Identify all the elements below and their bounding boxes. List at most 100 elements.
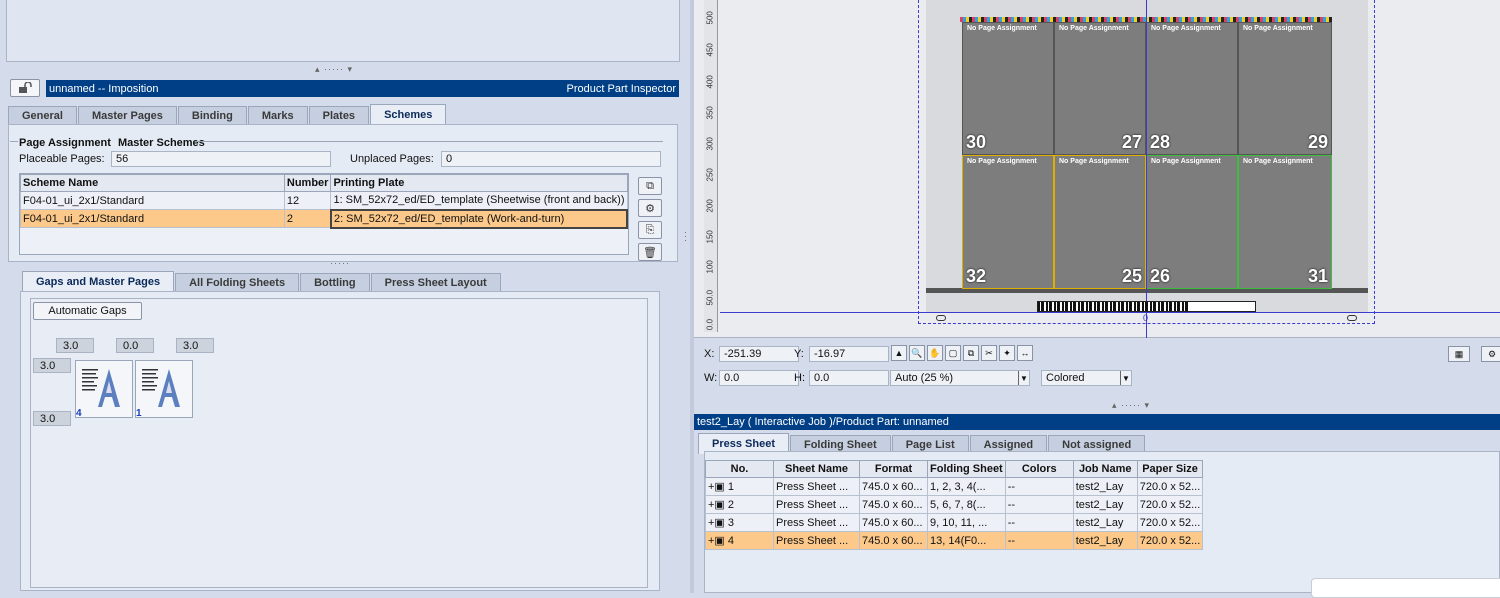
col-scheme-name[interactable]: Scheme Name bbox=[20, 174, 285, 192]
col-job-name[interactable]: Job Name bbox=[1072, 460, 1138, 478]
tab-schemes[interactable]: Schemes bbox=[370, 104, 447, 125]
page-cell[interactable]: No Page Assignment 31 bbox=[1238, 155, 1332, 289]
vertical-guide[interactable] bbox=[1146, 0, 1147, 338]
origin-label: 0 bbox=[1143, 313, 1149, 323]
hand-tool-icon[interactable]: ✋ bbox=[927, 345, 943, 361]
placeable-pages-field: 56 bbox=[111, 151, 331, 167]
col-sheet-name[interactable]: Sheet Name bbox=[773, 460, 860, 478]
folding-cell: 1, 2, 3, 4(... bbox=[927, 477, 1006, 496]
zoom-tool-icon[interactable]: 🔍 bbox=[909, 345, 925, 361]
format-cell: 745.0 x 60... bbox=[859, 495, 928, 514]
gap-field-top-middle[interactable]: 0.0 bbox=[116, 338, 154, 353]
page-number: 27 bbox=[1121, 132, 1142, 152]
automatic-gaps-button[interactable]: Automatic Gaps bbox=[33, 302, 142, 320]
divider-grip[interactable]: · · · bbox=[684, 228, 687, 245]
col-format[interactable]: Format bbox=[859, 460, 928, 478]
color-mode-select[interactable]: Colored ▼ bbox=[1041, 370, 1132, 386]
new-scheme-button[interactable]: ⧉ bbox=[638, 177, 662, 195]
tab-all-folding-sheets[interactable]: All Folding Sheets bbox=[175, 273, 300, 292]
tab-bottling[interactable]: Bottling bbox=[300, 273, 370, 292]
pointer-tool-icon[interactable]: ▲ bbox=[891, 345, 907, 361]
expand-icon[interactable]: +▣ bbox=[708, 517, 725, 529]
measure-tool-icon[interactable]: ↔ bbox=[1017, 345, 1033, 361]
y-field[interactable]: -16.97 bbox=[809, 346, 889, 362]
page-number: 25 bbox=[1121, 266, 1142, 286]
page-cell[interactable]: No Page Assignment 28 bbox=[1146, 22, 1238, 155]
table-row[interactable]: F04-01_ui_2x1/Standard 2 2: SM_52x72_ed/… bbox=[20, 208, 629, 229]
tab-master-pages[interactable]: Master Pages bbox=[77, 106, 177, 125]
x-field[interactable]: -251.39 bbox=[719, 346, 799, 362]
grid-icon: ▦ bbox=[1454, 348, 1464, 359]
h-field[interactable]: 0.0 bbox=[809, 370, 889, 386]
sheet-name-cell: Press Sheet ... bbox=[773, 477, 860, 496]
tab-gaps-and-master-pages[interactable]: Gaps and Master Pages bbox=[22, 271, 175, 292]
master-schemes-label: Master Schemes bbox=[117, 137, 205, 149]
page-label: No Page Assignment bbox=[1059, 158, 1129, 165]
zoom-select[interactable]: Auto (25 %) ▼ bbox=[890, 370, 1030, 386]
sheet-name-cell: Press Sheet ... bbox=[773, 531, 860, 550]
col-folding-sheet[interactable]: Folding Sheet bbox=[927, 460, 1006, 478]
lock-button[interactable] bbox=[10, 79, 40, 97]
ruler-tick: 500 bbox=[705, 11, 715, 25]
vertical-ruler: 500 450 400 350 300 250 200 150 100 50.0… bbox=[704, 0, 718, 332]
page-cell[interactable]: No Page Assignment 25 bbox=[1054, 155, 1146, 289]
page-cell[interactable]: No Page Assignment 30 bbox=[962, 22, 1054, 155]
splitter-handle[interactable]: ▴ ····· ▾ bbox=[315, 64, 353, 75]
page-cell[interactable]: No Page Assignment 27 bbox=[1054, 22, 1146, 155]
scheme-plate-cell[interactable]: 2: SM_52x72_ed/ED_template (Work-and-tur… bbox=[329, 208, 629, 229]
gap-field-side-bottom[interactable]: 3.0 bbox=[33, 411, 71, 426]
expand-icon[interactable]: +▣ bbox=[708, 499, 725, 511]
gap-sub-tabs: Gaps and Master Pages All Folding Sheets… bbox=[22, 271, 502, 292]
gap-field-top-left[interactable]: 3.0 bbox=[56, 338, 94, 353]
tab-marks[interactable]: Marks bbox=[247, 106, 308, 125]
page-tool-icon[interactable]: ⧉ bbox=[963, 345, 979, 361]
layout-view-button[interactable]: ▦ bbox=[1448, 346, 1470, 362]
expand-icon[interactable]: +▣ bbox=[708, 481, 725, 493]
gap-field-side-top[interactable]: 3.0 bbox=[33, 358, 71, 373]
colors-cell: -- bbox=[1004, 477, 1074, 496]
tab-binding[interactable]: Binding bbox=[177, 106, 247, 125]
page-cell[interactable]: No Page Assignment 29 bbox=[1238, 22, 1332, 155]
splitter-handle[interactable]: ▴ ····· ▾ bbox=[1112, 400, 1150, 411]
col-printing-plate[interactable]: Printing Plate bbox=[330, 174, 628, 192]
col-paper-size[interactable]: Paper Size bbox=[1136, 460, 1204, 478]
delete-scheme-button[interactable]: 🗑 bbox=[638, 243, 662, 261]
col-no[interactable]: No. bbox=[705, 460, 774, 478]
page-number: 30 bbox=[966, 132, 987, 152]
table-row[interactable]: F04-01_ui_2x1/Standard 12 1: SM_52x72_ed… bbox=[20, 191, 628, 210]
crop-tool-icon[interactable]: ✂ bbox=[981, 345, 997, 361]
page-cell[interactable]: No Page Assignment 26 bbox=[1146, 155, 1238, 289]
master-page-thumbnail[interactable] bbox=[75, 360, 133, 418]
tab-general[interactable]: General bbox=[8, 106, 77, 125]
sheet-canvas[interactable]: No Page Assignment 30 No Page Assignment 2… bbox=[694, 0, 1500, 338]
splitter-handle[interactable]: ····· bbox=[330, 258, 350, 268]
col-colors[interactable]: Colors bbox=[1004, 460, 1074, 478]
job-name-cell: test2_Lay bbox=[1072, 495, 1138, 514]
scheme-plate-cell: 1: SM_52x72_ed/ED_template (Sheetwise (f… bbox=[330, 191, 628, 210]
expand-icon[interactable]: +▣ bbox=[708, 535, 725, 547]
edit-scheme-button[interactable]: ⚙ bbox=[638, 199, 662, 217]
tab-plates[interactable]: Plates bbox=[308, 106, 370, 125]
unplaced-pages-field: 0 bbox=[441, 151, 661, 167]
settings-button[interactable]: ⚙ bbox=[1481, 346, 1500, 362]
copy-icon: ⎘ bbox=[645, 223, 655, 236]
horizontal-guide[interactable] bbox=[720, 312, 1500, 313]
table-row[interactable]: +▣ 2 Press Sheet ... 745.0 x 60... 5, 6,… bbox=[705, 495, 1204, 514]
tab-press-sheet-layout[interactable]: Press Sheet Layout bbox=[370, 273, 501, 292]
marks-tool-icon[interactable]: ✦ bbox=[999, 345, 1015, 361]
gap-field-top-right[interactable]: 3.0 bbox=[176, 338, 214, 353]
sheet-no: 1 bbox=[727, 481, 735, 493]
master-page-thumbnail[interactable] bbox=[135, 360, 193, 418]
group-border-left bbox=[10, 141, 18, 142]
w-field[interactable]: 0.0 bbox=[719, 370, 799, 386]
press-table-header: No. Sheet Name Format Folding Sheet Colo… bbox=[705, 460, 1204, 478]
table-row[interactable]: +▣ 3 Press Sheet ... 745.0 x 60... 9, 10… bbox=[705, 513, 1204, 532]
copy-scheme-button[interactable]: ⎘ bbox=[638, 221, 662, 239]
colors-cell: -- bbox=[1004, 495, 1074, 514]
frame-tool-icon[interactable]: ▢ bbox=[945, 345, 961, 361]
table-row[interactable]: +▣ 1 Press Sheet ... 745.0 x 60... 1, 2,… bbox=[705, 477, 1204, 496]
table-row[interactable]: +▣ 4 Press Sheet ... 745.0 x 60... 13, 1… bbox=[705, 531, 1204, 550]
scheme-table-header: Scheme Name Number Printing Plate bbox=[20, 174, 628, 192]
page-cell[interactable]: No Page Assignment 32 bbox=[962, 155, 1054, 289]
col-number[interactable]: Number bbox=[283, 174, 332, 192]
